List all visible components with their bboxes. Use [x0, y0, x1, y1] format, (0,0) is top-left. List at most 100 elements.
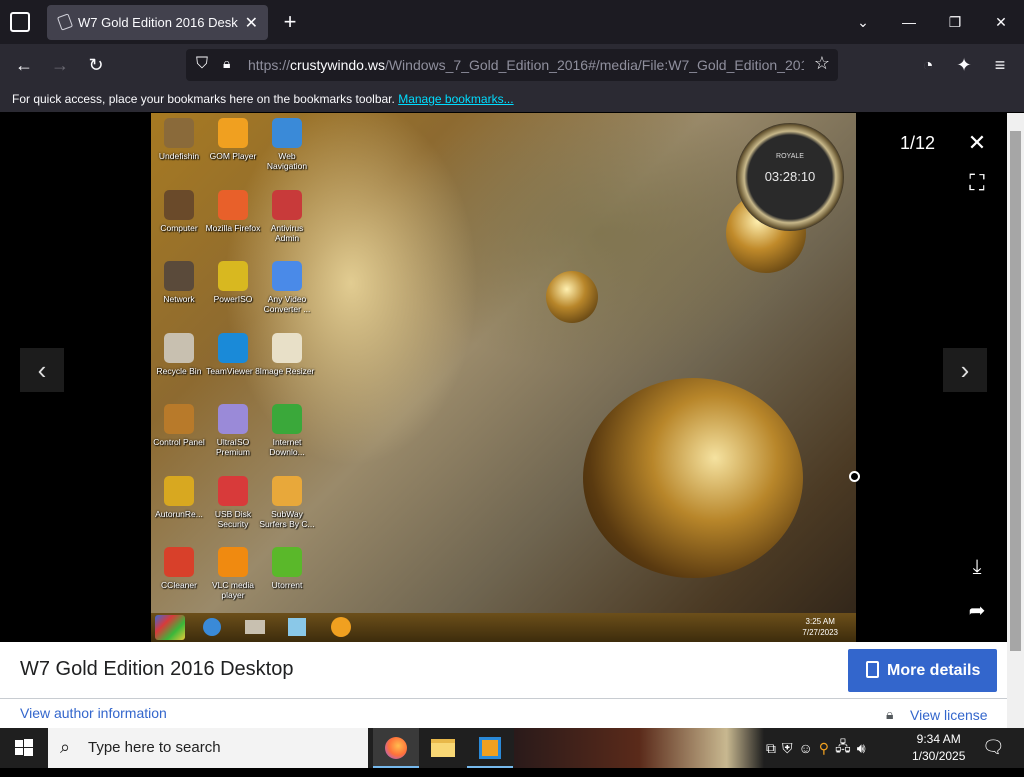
desktop-icon-label: Any Video Converter ... [263, 294, 311, 314]
desktop-icon-image [272, 189, 302, 220]
desktop-icon-image [272, 404, 302, 434]
desktop-icon-label: Recycle Bin [156, 365, 202, 376]
desktop-icon-label: Utorrent [271, 580, 303, 590]
reload-button[interactable]: ↻ [81, 50, 111, 80]
extensions-icon[interactable]: ✦ [949, 50, 979, 80]
desktop-icon: Computer [151, 189, 207, 233]
lock-icon[interactable]: 🔒︎ [223, 55, 230, 72]
scrollbar-thumb[interactable] [1010, 131, 1021, 651]
maximize-button[interactable]: ❐ [932, 0, 978, 44]
desktop-icon-image [164, 118, 194, 148]
new-tab-button[interactable]: + [278, 8, 302, 36]
screenshot-ie-icon [203, 618, 221, 636]
account-icon[interactable]: ◔ [913, 50, 943, 80]
defender-icon[interactable]: ⛨ [782, 740, 793, 757]
desktop-icon-label: USB Disk Security [214, 508, 252, 529]
windows-taskbar: ⌕ Type here to search ⧉ ⛨ ☺ ⚲ 🖧︎ 🔊︎ 9:34… [0, 728, 1024, 768]
navigation-bar: ← → ↻ ⛉ 🔒︎ https://crustywindo.ws/Window… [0, 44, 1024, 86]
task-view-icon[interactable]: ⧉ [766, 740, 776, 757]
clock-gadget: ROYALE 03:28:10 [736, 123, 844, 231]
network-icon[interactable]: 🖧︎ [835, 736, 851, 760]
caption-divider [0, 698, 1007, 699]
more-details-button[interactable]: More details [848, 649, 997, 692]
search-placeholder: Type here to search [88, 739, 221, 756]
manage-bookmarks-link[interactable]: Manage bookmarks... [398, 92, 513, 106]
desktop-icon-label: Image Resizer [259, 365, 315, 376]
desktop-icon-image [164, 547, 194, 577]
address-bar[interactable]: ⛉ 🔒︎ https://crustywindo.ws/Windows_7_Go… [186, 49, 838, 81]
desktop-icon: Any Video Converter ... [259, 261, 315, 314]
image-counter: 1/12 [900, 133, 936, 153]
fullscreen-icon[interactable]: ⛶ [963, 170, 991, 198]
close-window-button[interactable]: ✕ [978, 0, 1024, 44]
tab-close-icon[interactable]: ✕ [245, 13, 258, 33]
search-tray-icon[interactable]: ⚲ [819, 740, 829, 757]
desktop-icon-label: UltraISO Premium [215, 437, 250, 457]
desktop-icon-image [272, 118, 302, 148]
media-image[interactable]: ROYALE 03:28:10 Undefishin GOM Player Web … [151, 113, 856, 642]
firefox-taskbar-icon[interactable] [373, 728, 419, 768]
desktop-icon: TeamViewer 8 [205, 332, 261, 376]
desktop-icon-image [272, 547, 302, 577]
desktop-icon-label: CCleaner [161, 580, 197, 590]
screenshot-clock: 3:25 AM 7/27/2023 [802, 617, 838, 637]
minimize-button[interactable]: — [886, 0, 932, 44]
menu-icon[interactable]: ≡ [985, 50, 1015, 80]
tab-list-chevron-icon[interactable]: ⌄ [840, 0, 886, 44]
bookmarks-message: For quick access, place your bookmarks h… [12, 92, 395, 106]
desktop-icon: Mozilla Firefox [205, 189, 261, 233]
screenshot-start-icon [155, 615, 185, 640]
page-scrollbar[interactable] [1007, 113, 1024, 728]
tab-active[interactable]: W7 Gold Edition 2016 Desktop · Cr ✕ [47, 5, 268, 40]
system-tray: ⧉ ⛨ ☺ ⚲ 🖧︎ 🔊︎ [766, 728, 866, 768]
bookmark-star-icon[interactable]: ☆ [814, 53, 830, 74]
volume-icon[interactable]: 🔊︎ [857, 740, 866, 757]
previous-image-button[interactable]: ‹ [20, 348, 64, 392]
close-viewer-icon[interactable]: ✕ [963, 130, 991, 158]
shield-icon[interactable]: ⛉ [196, 55, 208, 73]
desktop-icon-label: Computer [160, 222, 198, 233]
desktop-icon-label: Antivirus Admin [270, 222, 304, 243]
desktop-icon-label: Web Navigation [266, 151, 308, 171]
desktop-icon-image [164, 404, 194, 434]
view-license-link[interactable]: View license [910, 707, 988, 723]
taskbar-date: 1/30/2025 [912, 749, 966, 763]
desktop-icon-image [164, 475, 194, 506]
desktop-icon: Internet Downlo... [259, 404, 315, 457]
screenshot-explorer-icon [245, 620, 265, 634]
next-image-button[interactable]: › [943, 348, 987, 392]
desktop-icon-image [218, 404, 248, 434]
desktop-icon-label: SubWay Surfers By C... [259, 508, 315, 529]
share-icon[interactable]: ➦ [963, 598, 991, 626]
desktop-icon: GOM Player [205, 118, 261, 161]
desktop-icon-label: Network [163, 294, 195, 304]
license-lock-icon: 🔒︎ [886, 706, 894, 722]
tab-title: W7 Gold Edition 2016 Desktop · Cr [78, 15, 238, 30]
screenshot-taskbar: 3:25 AM 7/27/2023 [151, 613, 856, 642]
notifications-icon[interactable]: 🗨︎ [982, 737, 1005, 777]
window-controls: ⌄ — ❐ ✕ [840, 0, 1024, 44]
start-button[interactable] [0, 728, 48, 768]
windows-logo-icon [15, 739, 33, 756]
download-icon[interactable]: ⤓ [963, 556, 991, 584]
taskbar-search-box[interactable]: ⌕ Type here to search [48, 728, 368, 768]
desktop-icon-image [218, 547, 248, 577]
forward-button[interactable]: → [45, 50, 75, 80]
desktop-icon-label: PowerISO [213, 294, 253, 304]
desktop-icon-label: Control Panel [153, 437, 205, 447]
url-text[interactable]: https://crustywindo.ws/Windows_7_Gold_Ed… [248, 57, 804, 73]
file-explorer-taskbar-icon[interactable] [420, 728, 466, 768]
tab-overview-icon[interactable] [10, 12, 30, 32]
virtualbox-taskbar-icon[interactable] [467, 728, 513, 768]
back-button[interactable]: ← [9, 50, 39, 80]
desktop-icon-label: AutorunRe... [155, 508, 203, 519]
desktop-icon-image [272, 475, 302, 506]
desktop-icon: Undefishin [151, 118, 207, 161]
screenshot-media-icon [288, 618, 306, 636]
desktop-icon-label: Undefishin [158, 151, 200, 161]
taskbar-clock[interactable]: 9:34 AM 1/30/2025 [912, 731, 965, 771]
view-author-link[interactable]: View author information [20, 705, 167, 721]
desktop-icon: SubWay Surfers By C... [259, 475, 315, 529]
people-icon[interactable]: ☺ [799, 740, 813, 756]
desktop-icon-label: TeamViewer 8 [206, 365, 260, 376]
